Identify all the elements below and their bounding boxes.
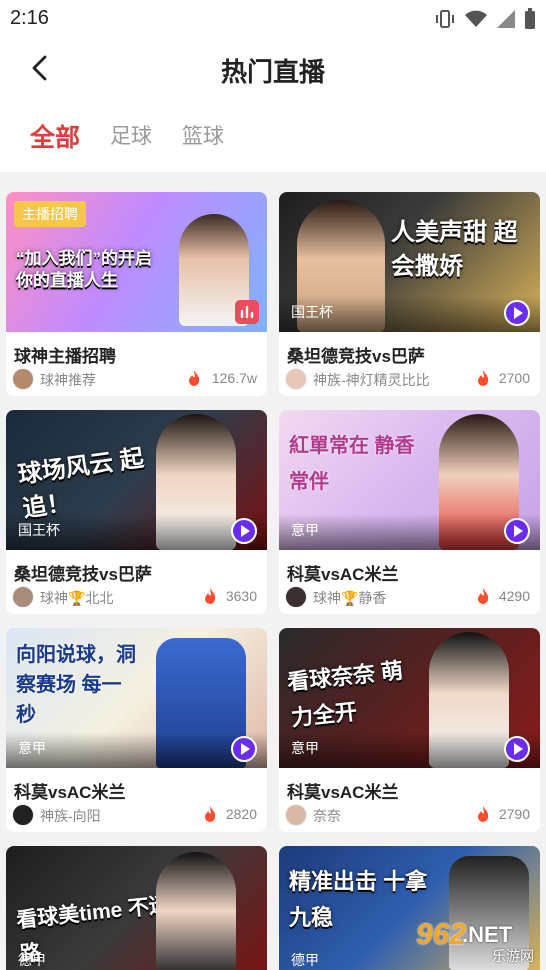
avatar <box>12 804 34 826</box>
fire-icon <box>205 806 216 822</box>
card-thumbnail: 看球奈奈 萌力全开 意甲 <box>279 628 540 768</box>
fire-icon <box>189 370 200 386</box>
heat-count: 2820 <box>225 806 257 822</box>
heat-count: 126.7w <box>211 370 257 386</box>
author-name: 球神推荐 <box>40 372 96 388</box>
league-label: 国王杯 <box>291 304 333 320</box>
thumbnail-text: 看球奈奈 萌力全开 <box>286 657 405 731</box>
card-title: 科莫vsAC米兰 <box>14 783 126 802</box>
vibrate-icon <box>436 10 454 28</box>
author-name: 球神🏆静香 <box>313 590 387 606</box>
league-label: 德甲 <box>291 952 319 968</box>
author-name: 奈奈 <box>313 808 341 824</box>
play-icon[interactable] <box>231 736 257 762</box>
category-tabs: 全部 足球 篮球 <box>0 100 546 172</box>
tab-basketball[interactable]: 篮球 <box>182 120 224 150</box>
avatar <box>285 586 307 608</box>
card-meta: 神族-神灯精灵比比 2700 <box>285 368 534 390</box>
status-bar: 2:16 <box>0 0 546 36</box>
thumbnail-text: 紅單常在 静香常伴 <box>289 435 415 493</box>
header: 热门直播 <box>0 36 546 100</box>
live-card[interactable]: 看球奈奈 萌力全开 意甲 科莫vsAC米兰 奈奈 2790 <box>279 628 540 832</box>
avatar <box>285 804 307 826</box>
league-label: 意甲 <box>291 522 319 538</box>
card-title: 科莫vsAC米兰 <box>287 565 399 584</box>
card-thumbnail: 紅單常在 静香常伴 意甲 <box>279 410 540 550</box>
avatar <box>12 586 34 608</box>
card-meta: 神族-向阳 2820 <box>12 804 261 826</box>
status-icons <box>434 8 536 30</box>
card-title: 桑坦德竞技vs巴萨 <box>287 347 425 366</box>
card-title: 科莫vsAC米兰 <box>287 783 399 802</box>
play-icon[interactable] <box>231 518 257 544</box>
heat-count: 4290 <box>498 588 530 604</box>
watermark-site: 乐游网 <box>492 948 534 964</box>
thumbnail-text: “加入我们”的开启你的直播人生 <box>16 249 152 290</box>
site-watermark: 962 .NET 乐游网 <box>410 918 538 964</box>
author-name: 神族-向阳 <box>40 808 101 824</box>
card-meta: 球神推荐 126.7w <box>12 368 261 390</box>
fire-icon <box>205 588 216 604</box>
avatar <box>285 368 307 390</box>
play-icon[interactable] <box>504 300 530 326</box>
battery-icon <box>525 8 535 29</box>
signal-icon <box>497 10 515 28</box>
thumbnail-text: 人美声甜 超会撒娇 <box>391 219 518 280</box>
watermark-number: 962 <box>416 918 467 951</box>
card-meta: 球神🏆静香 4290 <box>285 586 534 608</box>
recruit-badge: 主播招聘 <box>14 201 86 227</box>
live-card[interactable]: “加入我们”的开启你的直播人生 主播招聘 球神主播招聘 球神推荐 126.7w <box>6 192 267 396</box>
watermark-suffix: .NET <box>462 922 513 947</box>
chart-icon <box>235 300 259 324</box>
league-label: 意甲 <box>18 740 46 756</box>
live-card[interactable]: 向阳说球，洞察赛场 每一秒 意甲 科莫vsAC米兰 神族-向阳 2820 <box>6 628 267 832</box>
league-label: 国王杯 <box>18 522 60 538</box>
heat-count: 3630 <box>225 588 257 604</box>
card-thumbnail: 人美声甜 超会撒娇 国王杯 <box>279 192 540 332</box>
fire-icon <box>478 370 489 386</box>
wifi-icon <box>465 10 487 27</box>
heat-count: 2790 <box>498 806 530 822</box>
author-name: 球神🏆北北 <box>40 590 114 606</box>
play-icon[interactable] <box>504 736 530 762</box>
page-title: 热门直播 <box>220 57 325 87</box>
heat-count: 2700 <box>498 370 530 386</box>
live-card[interactable]: 人美声甜 超会撒娇 国王杯 桑坦德竞技vs巴萨 神族-神灯精灵比比 2700 <box>279 192 540 396</box>
card-thumbnail: 看球美time 不迷路 德甲 <box>6 846 267 970</box>
play-icon[interactable] <box>504 518 530 544</box>
card-meta: 球神🏆北北 3630 <box>12 586 261 608</box>
author-name: 神族-神灯精灵比比 <box>313 372 430 388</box>
league-label: 德甲 <box>18 952 46 968</box>
fire-icon <box>478 588 489 604</box>
live-card[interactable]: 紅單常在 静香常伴 意甲 科莫vsAC米兰 球神🏆静香 4290 <box>279 410 540 614</box>
tab-football[interactable]: 足球 <box>110 120 152 150</box>
live-card[interactable]: 球场风云 起追！ 国王杯 桑坦德竞技vs巴萨 球神🏆北北 3630 <box>6 410 267 614</box>
card-thumbnail: 向阳说球，洞察赛场 每一秒 意甲 <box>6 628 267 768</box>
league-label: 意甲 <box>291 740 319 756</box>
card-thumbnail: “加入我们”的开启你的直播人生 主播招聘 <box>6 192 267 332</box>
tab-all[interactable]: 全部 <box>30 118 80 154</box>
thumbnail-text: 向阳说球，洞察赛场 每一秒 <box>16 644 136 726</box>
card-meta: 奈奈 2790 <box>285 804 534 826</box>
avatar <box>12 368 34 390</box>
fire-icon <box>478 806 489 822</box>
status-time: 2:16 <box>10 7 49 29</box>
card-title: 桑坦德竞技vs巴萨 <box>14 565 152 584</box>
card-title: 球神主播招聘 <box>14 347 116 366</box>
card-thumbnail: 球场风云 起追！ 国王杯 <box>6 410 267 550</box>
live-card[interactable]: 看球美time 不迷路 德甲 <box>6 846 267 970</box>
